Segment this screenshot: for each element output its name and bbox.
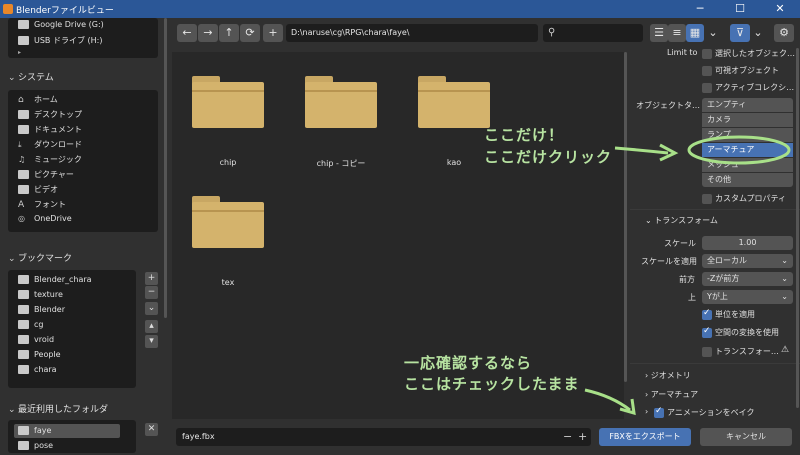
annotation-arrows — [584, 135, 791, 416]
arrow-to-armature — [614, 146, 669, 155]
highlight-circle — [687, 135, 791, 165]
arrow-to-bake-anim — [584, 388, 631, 412]
